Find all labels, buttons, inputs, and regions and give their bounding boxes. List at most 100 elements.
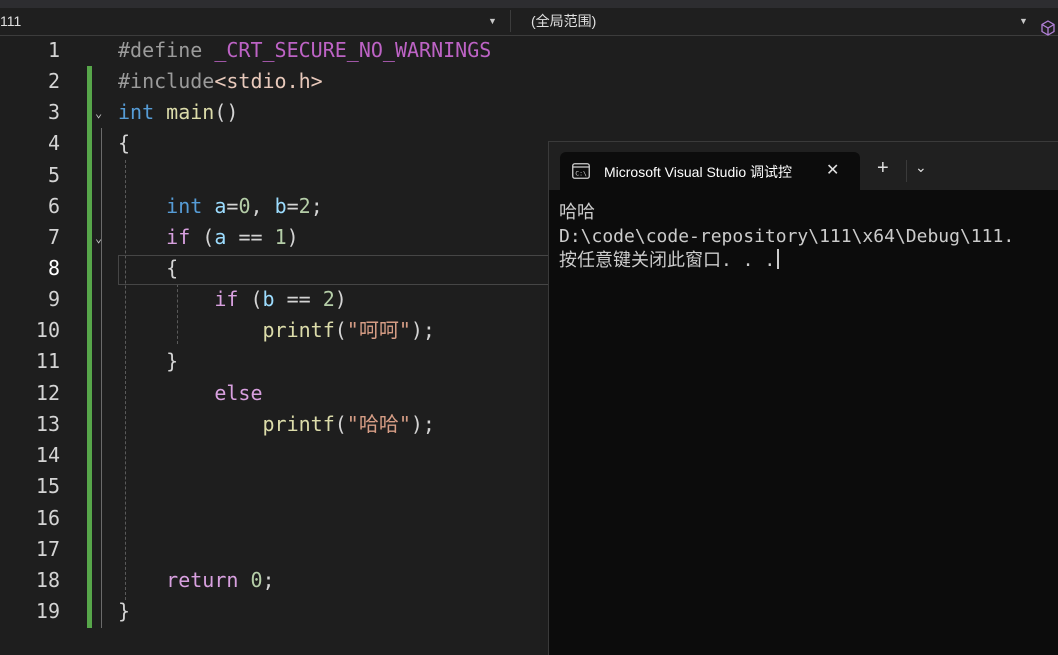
output-line: D:\code\code-repository\111\x64\Debug\11… [559,226,1015,247]
keyword-int: int [118,100,155,124]
code-line-18: return 0; [118,565,275,596]
string-literal: "哈哈" [346,412,411,436]
paren-semicolon: ); [410,412,435,436]
line-number: 17 [35,537,60,561]
string-literal: "呵呵" [346,318,411,342]
line-number: 16 [35,506,60,530]
terminal-tab-title: Microsoft Visual Studio 调试控 [604,164,793,180]
current-line-highlight [118,255,560,285]
paren: ( [190,225,215,249]
operator: == [226,225,275,249]
variable-a: a [214,225,227,249]
comma: , [250,194,275,218]
window-top-strip [0,0,1058,8]
svg-text:C:\: C:\ [575,170,587,178]
code-line-8: { [118,253,178,284]
function-name: main [166,100,215,124]
operator: == [274,287,323,311]
code-line-9: if (b == 2) [118,284,347,315]
semicolon: ; [310,194,323,218]
code-line-7: if (a == 1) [118,222,299,253]
cube-icon[interactable] [1040,20,1056,36]
paren-semicolon: ); [410,318,435,342]
prompt-text: 按任意键关闭此窗口. . . [559,250,776,271]
code-line-6: int a=0, b=2; [118,191,323,222]
keyword-int: int [166,194,203,218]
navigation-bar: 111 ▼ (全局范围) ▼ [0,8,1058,36]
include-header: <stdio.h> [214,69,323,93]
line-number: 14 [35,443,60,467]
terminal-tab[interactable]: C:\ Microsoft Visual Studio 调试控 ✕ [560,152,860,190]
close-icon[interactable]: ✕ [826,160,839,180]
parens: () [214,100,239,124]
line-number: 7 [47,225,60,249]
paren: ) [286,225,299,249]
paren: ( [334,412,347,436]
code-line-13: printf("哈哈"); [118,409,435,440]
line-number: 1 [47,38,60,62]
line-number: 6 [47,194,60,218]
macro-name: _CRT_SECURE_NO_WARNINGS [214,38,492,62]
brace: { [118,131,131,155]
scope-dropdown[interactable]: (全局范围) ▼ [510,10,1035,32]
debug-console-window[interactable]: C:\ Microsoft Visual Studio 调试控 ✕ + ⌄ 哈哈… [548,141,1058,655]
operator: = [286,194,299,218]
terminal-titlebar: C:\ Microsoft Visual Studio 调试控 ✕ + ⌄ [549,142,1058,190]
line-number: 10 [35,318,60,342]
line-number: 4 [47,131,60,155]
code-line-12: else [118,378,263,409]
code-line-19: } [118,596,130,627]
code-line-1: #define _CRT_SECURE_NO_WARNINGS [118,35,491,66]
line-number: 3 [47,100,60,124]
divider [906,160,907,182]
new-tab-button[interactable]: + [877,158,889,178]
project-dropdown-value: 111 [0,13,22,29]
line-number-current: 8 [47,256,60,280]
line-number: 11 [35,349,60,373]
console-output: 哈哈 D:\code\code-repository\111\x64\Debug\… [559,201,1014,273]
fold-range-line [101,252,102,376]
line-number: 12 [35,381,60,405]
code-line-10: printf("呵呵"); [118,315,435,346]
keyword-else: else [214,381,263,405]
number-literal: 2 [298,194,311,218]
variable-b: b [262,287,275,311]
number-literal: 0 [238,568,263,592]
chevron-down-icon[interactable]: ⌄ [915,160,927,176]
keyword-if: if [214,287,239,311]
line-number: 15 [35,474,60,498]
preprocessor-directive: #include [118,69,215,93]
project-dropdown[interactable]: 111 ▼ [0,10,502,32]
paren: ) [334,287,347,311]
code-line-2: #include<stdio.h> [118,66,323,97]
variable-a: a [214,194,227,218]
fold-range-line [101,128,102,628]
keyword-return: return [166,568,239,592]
fold-chevron-icon[interactable]: ⌄ [95,106,102,120]
chevron-down-icon: ▼ [488,16,497,26]
chevron-down-icon: ▼ [1019,16,1028,26]
brace: { [166,256,179,280]
output-line-prompt: 按任意键关闭此窗口. . . [559,249,1014,273]
scope-dropdown-value: (全局范围) [531,13,597,29]
number-literal: 0 [238,194,251,218]
preprocessor-directive: #define [118,38,203,62]
paren: ( [334,318,347,342]
brace: } [118,599,131,623]
code-line-4: { [118,128,130,159]
brace: } [166,349,179,373]
variable-b: b [274,194,287,218]
semicolon: ; [262,568,275,592]
function-call: printf [262,318,335,342]
function-call: printf [262,412,335,436]
line-number: 18 [35,568,60,592]
line-number: 9 [47,287,60,311]
line-number: 2 [47,69,60,93]
code-line-3: int main() [118,97,238,128]
change-tracking-bar [87,66,92,628]
line-number: 5 [47,163,60,187]
keyword-if: if [166,225,191,249]
code-line-11: } [118,346,178,377]
text-cursor [777,249,780,269]
number-literal: 1 [274,225,287,249]
